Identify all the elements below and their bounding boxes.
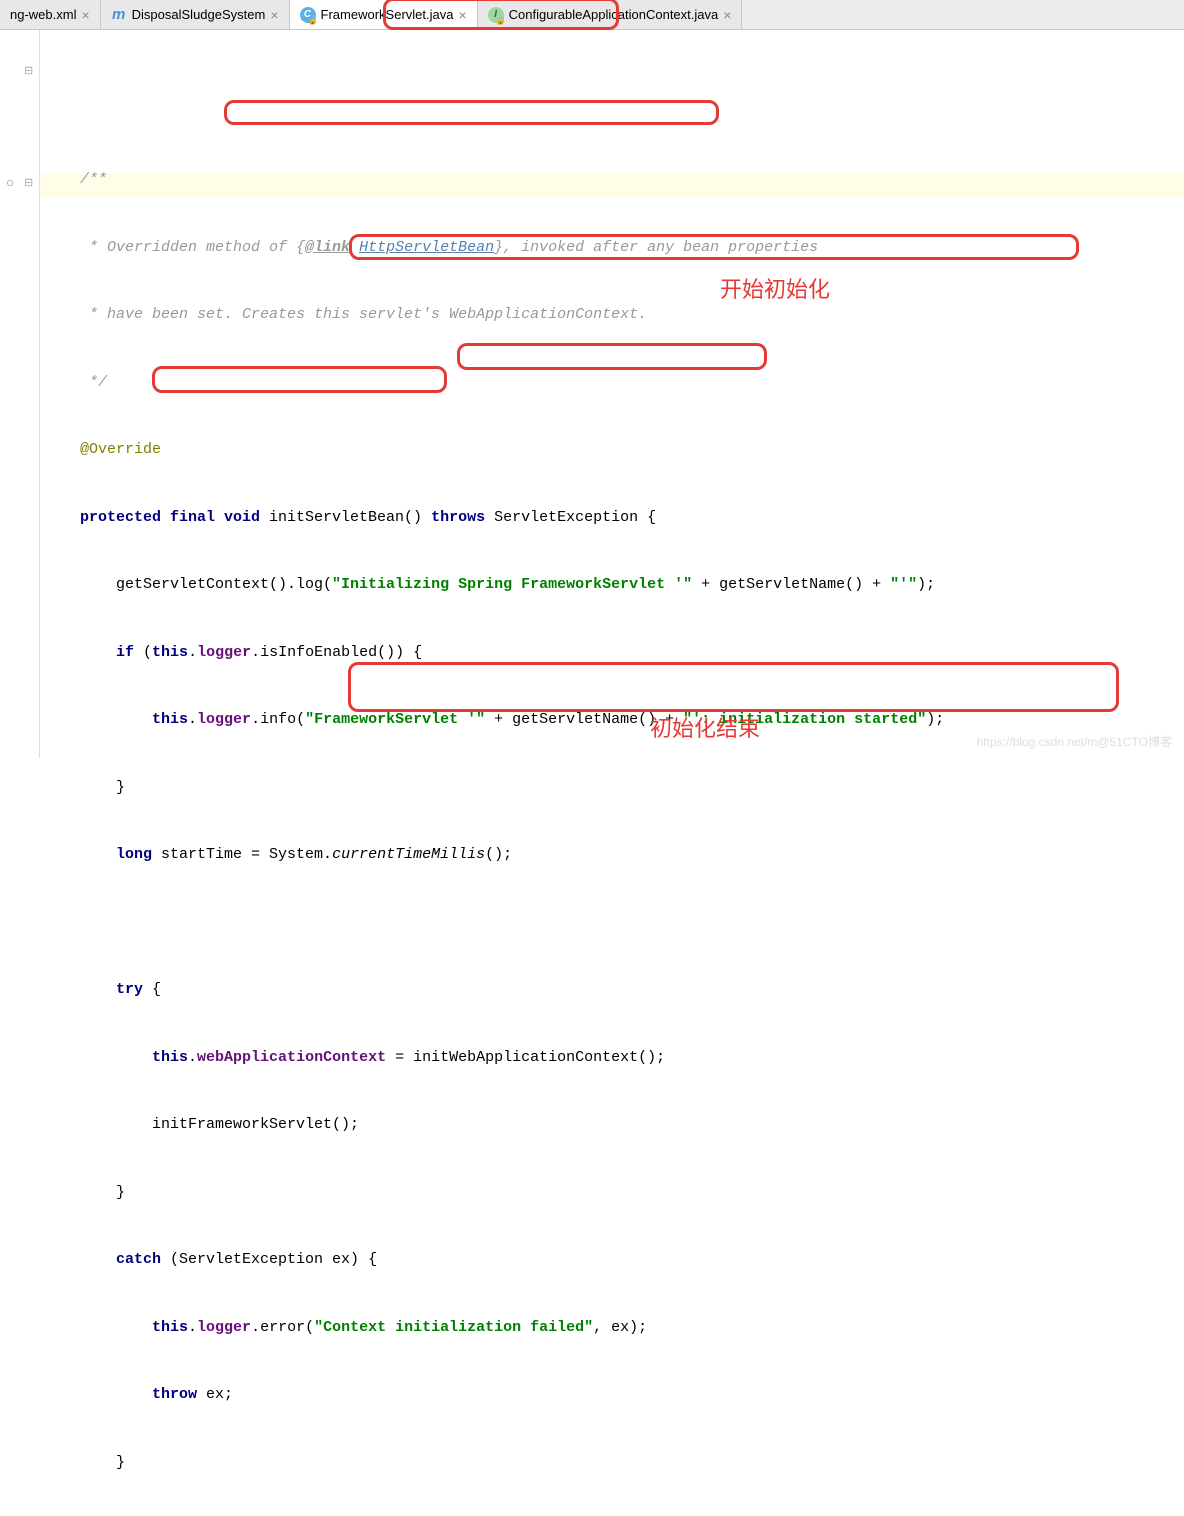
fold-icon[interactable]: ⊟: [24, 176, 33, 190]
method-name: initServletBean(): [260, 509, 431, 526]
java-class-icon: C🔒: [300, 7, 316, 23]
tab-configurable-application-context[interactable]: I🔒 ConfigurableApplicationContext.java ×: [478, 0, 743, 29]
code-editor[interactable]: /** * Overridden method of {@link HttpSe…: [40, 30, 1184, 758]
tab-label: ConfigurableApplicationContext.java: [509, 7, 719, 22]
tab-label: ng-web.xml: [10, 7, 76, 22]
editor-tabs: ng-web.xml × m DisposalSludgeSystem × C🔒…: [0, 0, 1184, 30]
tab-framework-servlet[interactable]: C🔒 FrameworkServlet.java ×: [290, 0, 478, 29]
override-annotation: @Override: [80, 441, 161, 458]
lock-icon: 🔒: [308, 16, 318, 25]
lock-icon: 🔒: [496, 16, 506, 25]
close-icon[interactable]: ×: [458, 7, 466, 23]
tab-label: DisposalSludgeSystem: [132, 7, 266, 22]
tab-disposal-sludge-system[interactable]: m DisposalSludgeSystem ×: [101, 0, 290, 29]
gutter: ⊟ ○ ⊟: [0, 30, 40, 758]
javadoc-end: */: [80, 374, 107, 391]
fold-icon[interactable]: ⊟: [24, 64, 33, 78]
close-icon[interactable]: ×: [723, 7, 731, 23]
java-interface-icon: I🔒: [488, 7, 504, 23]
tab-label: FrameworkServlet.java: [321, 7, 454, 22]
maven-icon: m: [111, 7, 127, 23]
close-icon[interactable]: ×: [81, 7, 89, 23]
close-icon[interactable]: ×: [270, 7, 278, 23]
javadoc-start: /**: [80, 171, 107, 188]
watermark: https://blog.csdn.net/m@51CTO博客: [977, 733, 1172, 750]
editor-area: ⊟ ○ ⊟ /** * Overridden method of {@link …: [0, 30, 1184, 758]
tab-ng-web-xml[interactable]: ng-web.xml ×: [0, 0, 101, 29]
override-gutter-icon[interactable]: ○: [6, 176, 14, 192]
